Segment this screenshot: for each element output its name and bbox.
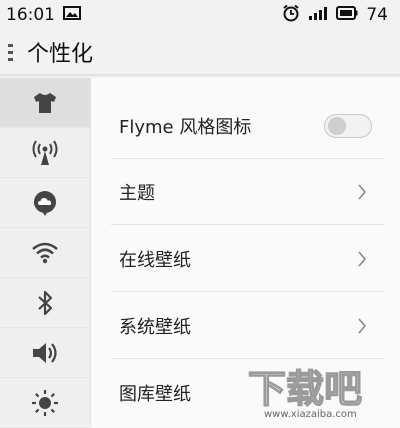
sidebar-item-hotspot[interactable] — [0, 128, 90, 178]
chevron-right-icon — [350, 314, 374, 338]
battery-icon — [336, 5, 358, 25]
image-icon — [63, 5, 81, 25]
setting-theme[interactable]: 主题 — [91, 159, 400, 225]
alarm-icon — [282, 4, 300, 27]
brightness-icon — [32, 389, 58, 416]
setting-label: 系统壁纸 — [119, 317, 191, 338]
sidebar-item-bluetooth[interactable] — [0, 278, 90, 328]
signal-icon — [308, 5, 328, 25]
page-title: 个性化 — [27, 42, 94, 67]
sidebar-item-display[interactable] — [0, 378, 90, 428]
sidebar-item-cloud[interactable] — [0, 178, 90, 228]
setting-online-wallpaper[interactable]: 在线壁纸 — [91, 226, 400, 292]
battery-level: 74 — [366, 5, 388, 25]
sidebar-item-personalization[interactable] — [0, 78, 90, 128]
watermark-url: www.xiazaiba.com — [264, 409, 357, 420]
setting-label: Flyme 风格图标 — [119, 117, 252, 138]
setting-label: 主题 — [119, 183, 155, 204]
wifi-icon — [32, 242, 58, 263]
app-bar: 个性化 — [0, 30, 400, 74]
watermark-logo: 下载吧 www.xiazaiba.com — [244, 364, 394, 420]
menu-icon[interactable] — [8, 43, 13, 61]
status-time: 16:01 — [6, 5, 55, 25]
chevron-right-icon — [350, 247, 374, 271]
setting-label: 在线壁纸 — [119, 250, 191, 271]
flyme-icon-style-toggle[interactable] — [324, 114, 372, 138]
tshirt-icon — [34, 92, 56, 113]
sidebar — [0, 78, 91, 428]
bluetooth-icon — [38, 290, 53, 315]
sidebar-item-wifi[interactable] — [0, 228, 90, 278]
sidebar-item-sound[interactable] — [0, 328, 90, 378]
setting-system-wallpaper[interactable]: 系统壁纸 — [91, 293, 400, 359]
status-bar: 16:01 74 — [0, 0, 400, 30]
cloud-icon — [34, 190, 56, 216]
setting-flyme-icon-style[interactable]: Flyme 风格图标 — [91, 93, 400, 159]
watermark-text: 下载吧 — [248, 367, 362, 411]
volume-icon — [33, 342, 57, 363]
chevron-right-icon — [350, 180, 374, 204]
hotspot-icon — [32, 139, 58, 165]
